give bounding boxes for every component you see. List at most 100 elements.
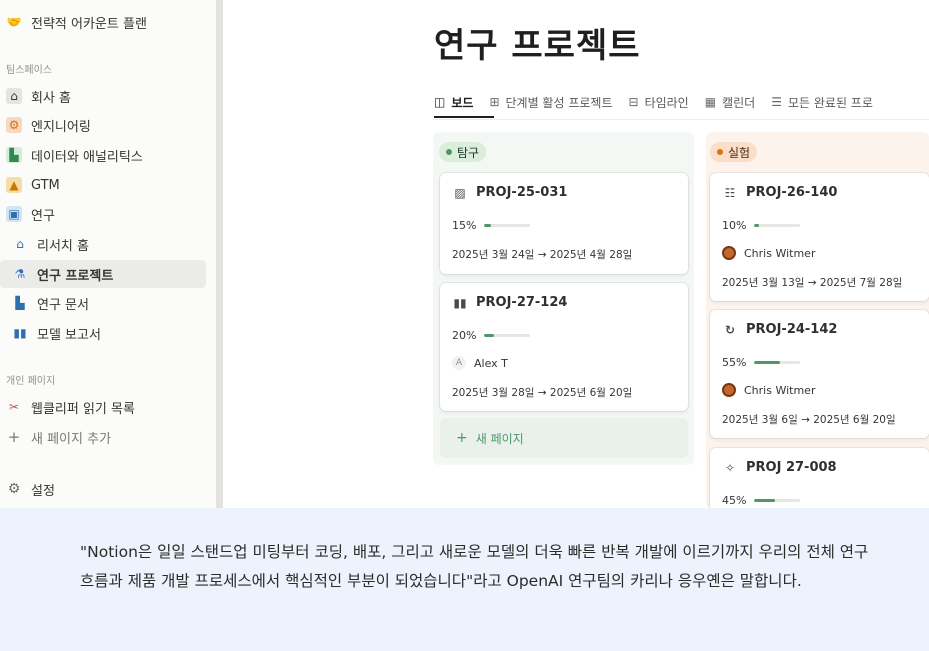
progress-bar xyxy=(754,224,801,227)
sidebar-item-engineering[interactable]: ⚙ 엔지니어링 xyxy=(0,111,206,139)
card-id: PROJ-25-031 xyxy=(476,185,568,200)
settings-label: 설정 xyxy=(31,483,55,499)
progress-label: 45% xyxy=(722,494,747,507)
project-card[interactable]: ▮▮ PROJ-27-124 20% A Alex T 2025년 3월 28일… xyxy=(440,283,688,411)
new-page-label: 새 페이지 xyxy=(475,431,524,446)
view-tabs: ◫ 보드 ⊞ 단계별 활성 프로젝트 ⊟ 타임라인 ▦ 캘린더 ☰ 모든 완료된… xyxy=(434,92,889,120)
sidebar-item-label: 리서치 홈 xyxy=(37,238,89,254)
sidebar-item-label: 모델 보고서 xyxy=(37,327,101,343)
tab-all-completed[interactable]: ☰ 모든 완료된 프로 xyxy=(771,92,873,112)
refresh-icon: ↻ xyxy=(724,322,736,337)
card-title: ✧ PROJ 27-008 xyxy=(722,460,837,475)
assignee[interactable]: Chris Witmer xyxy=(722,383,815,397)
tabs-divider xyxy=(434,119,929,120)
plus-icon: + xyxy=(456,430,468,446)
gears-icon: ⚙ xyxy=(6,117,22,133)
status-dot xyxy=(446,149,452,155)
progress-fill xyxy=(754,361,780,364)
progress-fill xyxy=(754,224,760,227)
handshake-icon: 🤝 xyxy=(6,15,22,29)
status-dot xyxy=(717,149,723,155)
tab-active-by-stage[interactable]: ⊞ 단계별 활성 프로젝트 xyxy=(489,92,612,112)
card-id: PROJ-24-142 xyxy=(746,322,838,337)
card-id: PROJ 27-008 xyxy=(746,460,837,475)
active-tab-indicator xyxy=(434,116,494,118)
house-icon: ⌂ xyxy=(16,237,24,251)
house-icon: ⌂ xyxy=(6,88,22,104)
settings-button[interactable]: ⚙ 설정 xyxy=(0,475,206,503)
status-badge-experiment: 실험 xyxy=(710,142,758,162)
scissors-icon: ✂ xyxy=(8,400,20,414)
add-page-button[interactable]: + 새 페이지 추가 xyxy=(0,423,206,451)
card-title: ▨ PROJ-25-031 xyxy=(452,185,567,200)
page-title: 연구 프로젝트 xyxy=(434,26,641,66)
project-card[interactable]: ↻ PROJ-24-142 55% Chris Witmer 2025년 3월 … xyxy=(710,310,929,438)
book-icon: ▮▮ xyxy=(453,295,467,310)
sidebar-item-research-projects[interactable]: ⚗ 연구 프로젝트 xyxy=(0,260,206,288)
card-id: PROJ-26-140 xyxy=(746,185,838,200)
tab-label: 타임라인 xyxy=(644,95,689,110)
tab-calendar[interactable]: ▦ 캘린더 xyxy=(705,92,755,112)
avatar xyxy=(722,246,736,260)
sidebar-item-strategic-plan[interactable]: 🤝 전략적 어카운트 플랜 xyxy=(0,8,206,36)
testimonial-section: "Notion은 일일 스탠드업 미팅부터 코딩, 배포, 그리고 새로운 모델… xyxy=(0,508,929,651)
status-badge-explore: 탐구 xyxy=(439,142,487,162)
avatar: A xyxy=(452,356,466,370)
project-card[interactable]: ☷ PROJ-26-140 10% Chris Witmer 2025년 3월 … xyxy=(710,173,929,301)
rocket-icon: ▲ xyxy=(6,177,22,193)
progress-bar xyxy=(484,224,531,227)
assignee[interactable]: A Alex T xyxy=(452,356,508,370)
sidebar-divider[interactable] xyxy=(216,0,223,508)
progress-fill xyxy=(484,334,494,337)
sidebar-item-company-home[interactable]: ⌂ 회사 홈 xyxy=(0,82,206,110)
gear-icon: ⚙ xyxy=(7,481,21,497)
clipboard-icon: ▣ xyxy=(6,206,22,222)
flask-icon: ⚗ xyxy=(14,267,26,281)
table-icon: ⊞ xyxy=(489,95,500,109)
sidebar-item-gtm[interactable]: ▲ GTM xyxy=(0,171,206,199)
progress-label: 10% xyxy=(722,219,747,232)
teamspace-section-label: 팀스페이스 xyxy=(6,65,52,76)
tab-label: 보드 xyxy=(451,95,474,110)
avatar xyxy=(722,383,736,397)
sidebar-item-label: 전략적 어카운트 플랜 xyxy=(31,16,147,32)
tab-board[interactable]: ◫ 보드 xyxy=(434,92,473,112)
progress: 10% xyxy=(722,219,801,232)
book-icon: ▮▮ xyxy=(13,326,27,340)
date-range: 2025년 3월 24일 → 2025년 4월 28일 xyxy=(452,249,633,261)
date-range: 2025년 3월 13일 → 2025년 7월 28일 xyxy=(722,277,903,289)
sidebar-item-research-home[interactable]: ⌂ 리서치 홈 xyxy=(0,230,206,258)
project-card[interactable]: ▨ PROJ-25-031 15% 2025년 3월 24일 → 2025년 4… xyxy=(440,173,688,274)
progress: 45% xyxy=(722,494,801,507)
sidebar-item-research-docs[interactable]: ▙ 연구 문서 xyxy=(0,289,206,317)
sidebar-item-data-analytics[interactable]: ▙ 데이터와 애널리틱스 xyxy=(0,141,206,169)
sidebar-item-research[interactable]: ▣ 연구 xyxy=(0,200,206,228)
new-page-button[interactable]: + 새 페이지 xyxy=(440,418,688,458)
progress-label: 20% xyxy=(452,329,477,342)
image-icon: ▨ xyxy=(454,185,466,200)
personal-section-label: 개인 페이지 xyxy=(6,376,56,387)
progress-bar xyxy=(754,361,801,364)
plus-icon: + xyxy=(7,428,21,446)
progress: 15% xyxy=(452,219,531,232)
list-icon: ☰ xyxy=(771,95,782,109)
progress-bar xyxy=(754,499,801,502)
progress: 20% xyxy=(452,329,531,342)
card-id: PROJ-27-124 xyxy=(476,295,568,310)
calendar-icon: ▦ xyxy=(704,95,717,109)
timeline-icon: ⊟ xyxy=(628,95,639,109)
date-range: 2025년 3월 28일 → 2025년 6월 20일 xyxy=(452,387,633,399)
sidebar-item-webclipper[interactable]: ✂ 웹클리퍼 읽기 목록 xyxy=(0,393,206,421)
assignee-name: Chris Witmer xyxy=(744,383,816,397)
sidebar-item-model-reports[interactable]: ▮▮ 모델 보고서 xyxy=(0,319,206,347)
card-title: ☷ PROJ-26-140 xyxy=(722,185,838,200)
date-range: 2025년 3월 6일 → 2025년 6월 20일 xyxy=(722,414,896,426)
tab-label: 캘린더 xyxy=(722,95,756,110)
card-title: ▮▮ PROJ-27-124 xyxy=(452,295,567,310)
board-column-explore: 탐구 ▨ PROJ-25-031 15% 2025년 3월 24일 → 2025… xyxy=(433,132,694,465)
tab-timeline[interactable]: ⊟ 타임라인 xyxy=(629,92,689,112)
document-icon: ▙ xyxy=(15,296,25,310)
sidebar-item-label: 엔지니어링 xyxy=(31,119,91,135)
tab-label: 모든 완료된 프로 xyxy=(787,95,873,110)
assignee[interactable]: Chris Witmer xyxy=(722,246,815,260)
